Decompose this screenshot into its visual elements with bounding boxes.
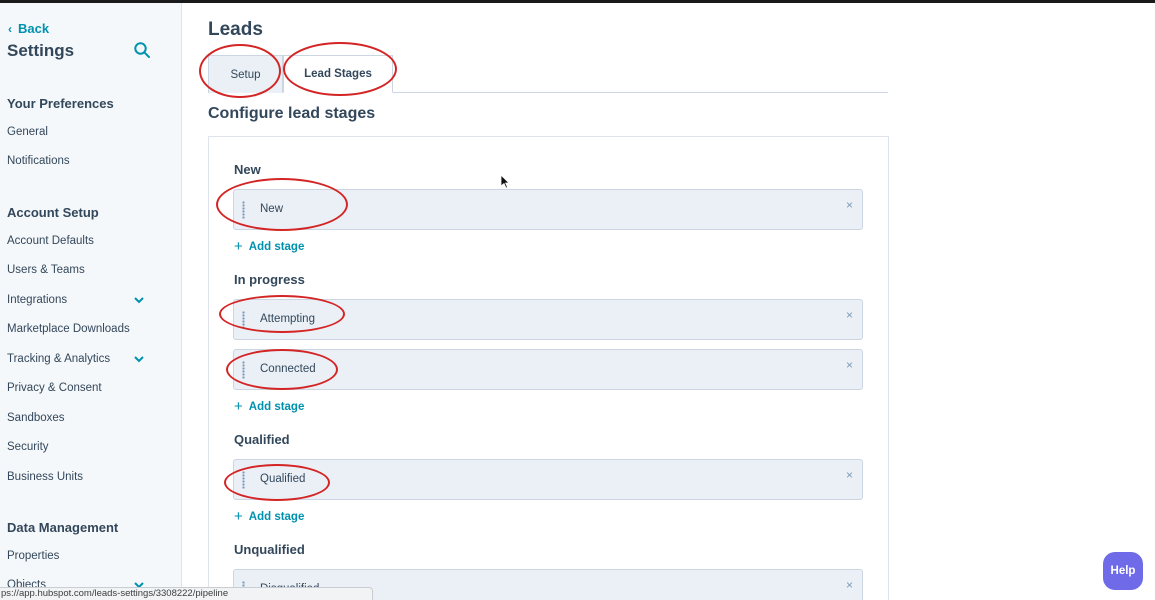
settings-sidebar: ‹ Back Settings Your Preferences General… [0,3,182,600]
drag-handle-icon[interactable] [241,361,246,379]
status-bar-url: ps://app.hubspot.com/leads-settings/3308… [0,587,373,600]
sidebar-item-notifications[interactable]: Notifications [7,155,167,167]
sidebar-item-label: Marketplace Downloads [7,323,130,335]
sidebar-item-label: Notifications [7,155,70,167]
add-stage-label: Add stage [248,241,305,253]
stage-name: Connected [260,363,316,375]
close-icon[interactable]: × [846,308,853,322]
drag-handle-icon[interactable] [241,311,246,329]
stage-row-connected[interactable]: Connected × [233,349,863,390]
search-icon[interactable] [133,41,151,59]
stage-row-new[interactable]: New × [233,189,863,230]
group-label-new: New [234,162,261,177]
chevron-down-icon[interactable] [133,353,145,365]
close-icon[interactable]: × [846,358,853,372]
sidebar-item-label: Tracking & Analytics [7,353,111,365]
sidebar-item-tracking-analytics[interactable]: Tracking & Analytics [7,353,167,365]
sidebar-item-privacy-consent[interactable]: Privacy & Consent [7,382,167,394]
sidebar-item-label: Integrations [7,294,68,306]
mouse-cursor-icon [501,175,510,189]
group-label-qualified: Qualified [234,432,290,447]
drag-handle-icon[interactable] [241,201,246,219]
sidebar-item-label: Privacy & Consent [7,382,102,394]
page-title: Leads [208,19,263,40]
tab-label: Lead Stages [304,68,372,80]
sidebar-item-label: Users & Teams [7,264,85,276]
tab-setup[interactable]: Setup [208,55,283,93]
group-label-in-progress: In progress [234,272,305,287]
stage-name: Attempting [260,313,315,325]
sidebar-item-marketplace-downloads[interactable]: Marketplace Downloads [7,323,167,335]
add-stage-button[interactable]: + Add stage [234,508,305,525]
sidebar-item-label: General [7,126,48,138]
plus-icon: + [234,398,243,415]
section-data-management: Data Management [7,520,119,535]
sidebar-item-label: Account Defaults [7,235,94,247]
stage-name: New [260,203,284,215]
tab-lead-stages[interactable]: Lead Stages [283,55,393,93]
back-link[interactable]: ‹ Back [8,21,49,36]
plus-icon: + [234,238,243,255]
tab-label: Setup [230,68,261,81]
group-label-unqualified: Unqualified [234,542,305,557]
sidebar-item-integrations[interactable]: Integrations [7,294,167,306]
settings-title: Settings [7,41,75,60]
plus-icon: + [234,508,243,525]
sidebar-item-general[interactable]: General [7,126,167,138]
sidebar-item-properties[interactable]: Properties [7,550,167,562]
chevron-left-icon: ‹ [8,21,12,36]
sidebar-item-security[interactable]: Security [7,441,167,453]
close-icon[interactable]: × [846,468,853,482]
sidebar-item-label: Sandboxes [7,412,65,424]
close-icon[interactable]: × [846,198,853,212]
chevron-down-icon[interactable] [133,294,145,306]
section-account-setup: Account Setup [7,205,99,220]
add-stage-label: Add stage [248,401,305,413]
drag-handle-icon[interactable] [241,471,246,489]
sidebar-item-label: Properties [7,550,60,562]
help-button[interactable]: Help [1103,552,1143,590]
sidebar-item-label: Business Units [7,471,84,483]
section-title: Configure lead stages [208,105,376,122]
add-stage-label: Add stage [248,511,305,523]
stage-row-qualified[interactable]: Qualified × [233,459,863,500]
section-your-preferences: Your Preferences [7,96,114,111]
add-stage-button[interactable]: + Add stage [234,398,305,415]
close-icon[interactable]: × [846,578,853,592]
sidebar-item-sandboxes[interactable]: Sandboxes [7,412,167,424]
stage-name: Qualified [260,473,306,485]
add-stage-button[interactable]: + Add stage [234,238,305,255]
sidebar-item-business-units[interactable]: Business Units [7,471,167,483]
sidebar-item-account-defaults[interactable]: Account Defaults [7,235,167,247]
sidebar-item-label: Security [7,441,49,453]
stage-row-attempting[interactable]: Attempting × [233,299,863,340]
sidebar-item-users-teams[interactable]: Users & Teams [7,264,167,276]
back-label: Back [18,21,50,36]
